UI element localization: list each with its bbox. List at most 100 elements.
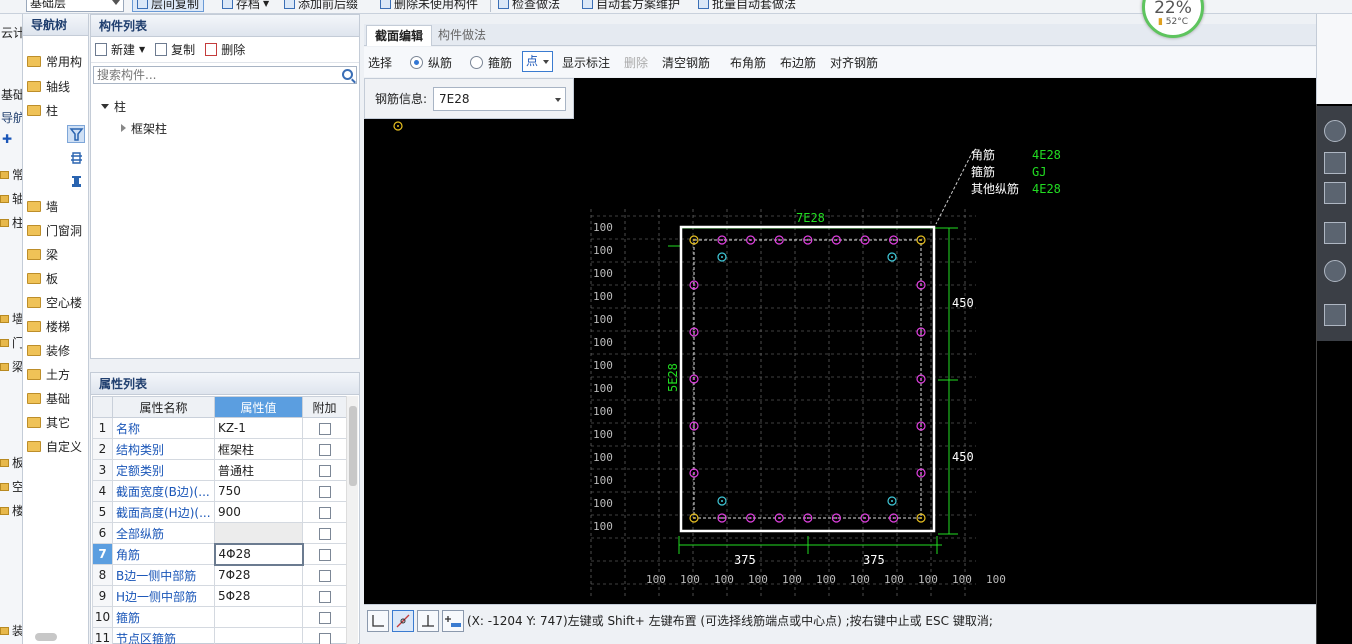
extra-checkbox[interactable] <box>318 527 331 540</box>
tab-section-edit[interactable]: 截面编辑 <box>366 25 433 46</box>
property-value[interactable] <box>214 522 303 544</box>
save-button[interactable]: 存档 ▼ <box>222 0 269 12</box>
view-box-icon[interactable] <box>1324 222 1346 244</box>
extra-checkbox[interactable] <box>318 464 331 477</box>
clear-rebar-button[interactable]: 清空钢筋 <box>662 47 710 77</box>
column-base-icon[interactable] <box>70 174 83 188</box>
tree-node-frame-column[interactable]: 框架柱 <box>121 119 167 137</box>
align-rebar-button[interactable]: 对齐钢筋 <box>830 47 878 77</box>
property-value-editor[interactable]: 4Φ28 <box>213 542 304 566</box>
show-mark-button[interactable]: 显示标注 <box>562 47 610 77</box>
far-left-item[interactable]: 板 <box>12 454 22 471</box>
add-prefix-button[interactable]: 添加前后缀 <box>284 0 358 12</box>
perpendicular-snap-button[interactable] <box>417 610 439 632</box>
nav-item-common[interactable]: 常用构 <box>27 52 82 70</box>
property-value[interactable]: 5Φ28 <box>214 585 303 607</box>
nav-item-opening[interactable]: 门窗洞 <box>27 221 82 239</box>
nav-item-earthwork[interactable]: 土方 <box>27 365 70 383</box>
ortho-snap-button[interactable] <box>367 610 389 632</box>
property-value[interactable]: 普通柱 <box>214 459 303 481</box>
collapse-arrow-icon[interactable] <box>121 124 126 132</box>
view-cube-icon[interactable] <box>1324 182 1346 204</box>
dimension-input-button[interactable] <box>442 610 464 632</box>
far-left-item[interactable]: 楼 <box>12 502 22 519</box>
nav-item-beam[interactable]: 梁 <box>27 245 58 263</box>
property-value[interactable] <box>214 606 303 628</box>
delete-component-button[interactable]: 删除 <box>205 41 245 58</box>
table-row[interactable]: 1 名称 KZ-1 <box>92 417 347 439</box>
extra-checkbox[interactable] <box>318 548 331 561</box>
nav-item-foundation[interactable]: 基础 <box>27 389 70 407</box>
delete-unused-button[interactable]: 删除未使用构件 <box>380 0 478 12</box>
table-row[interactable]: 9 H边一侧中部筋 5Φ28 <box>92 585 347 607</box>
extra-checkbox[interactable] <box>318 611 331 624</box>
extra-checkbox[interactable] <box>318 506 331 519</box>
far-left-item[interactable]: 常 <box>12 166 22 183</box>
extra-checkbox[interactable] <box>318 443 331 456</box>
far-left-item[interactable]: 梁 <box>12 358 22 375</box>
nav-item-decoration[interactable]: 装修 <box>27 341 70 359</box>
far-left-item[interactable]: 轴 <box>12 190 22 207</box>
far-left-add[interactable]: ✚ <box>2 132 22 146</box>
property-scrollbar[interactable] <box>346 396 358 644</box>
table-row[interactable]: 6 全部纵筋 <box>92 522 347 544</box>
nav-scroll-thumb[interactable] <box>35 633 57 641</box>
far-left-nav-tab[interactable]: 导航 <box>1 109 22 126</box>
table-header-name[interactable]: 属性名称 <box>112 396 215 418</box>
auto-scheme-button[interactable]: 自动套方案维护 <box>582 0 680 12</box>
scroll-thumb[interactable] <box>349 406 357 486</box>
table-header-value[interactable]: 属性值 <box>214 396 303 418</box>
orbit-icon[interactable] <box>1324 120 1346 142</box>
grid-view-icon[interactable] <box>1324 304 1346 326</box>
nav-item-slab[interactable]: 板 <box>27 269 58 287</box>
table-row[interactable]: 11 节点区箍筋 <box>92 627 347 644</box>
far-left-item[interactable]: 柱 <box>12 214 22 231</box>
floor-select[interactable]: 基础层 <box>26 0 124 12</box>
longitudinal-radio[interactable]: 纵筋 <box>410 47 452 77</box>
tree-node-column[interactable]: 柱 <box>101 97 126 115</box>
delete-rebar-button[interactable]: 删除 <box>624 47 648 77</box>
copy-component-button[interactable]: 复制 <box>155 41 195 58</box>
nav-item-wall[interactable]: 墙 <box>27 197 58 215</box>
nav-item-stair[interactable]: 楼梯 <box>27 317 70 335</box>
table-row[interactable]: 3 定额类别 普通柱 <box>92 459 347 481</box>
property-value[interactable]: 900 <box>214 501 303 523</box>
nav-item-hollow-slab[interactable]: 空心楼 <box>27 293 82 311</box>
table-row[interactable]: 4 截面宽度(B边)(... 750 <box>92 480 347 502</box>
section-canvas[interactable]: 钢筋信息: 7E28 100 100 100 100 100 100 100 100 100 10… <box>364 78 1316 604</box>
far-left-tab[interactable]: 基础 <box>1 86 22 103</box>
far-left-item[interactable]: 门 <box>12 334 22 351</box>
far-left-item[interactable]: 墙 <box>12 310 22 327</box>
check-method-button[interactable]: 检查做法 <box>498 0 560 12</box>
table-row[interactable]: 10 箍筋 <box>92 606 347 628</box>
column-cap-icon[interactable] <box>70 151 83 165</box>
floor-copy-button[interactable]: 层间复制 <box>132 0 205 12</box>
corner-rebar-button[interactable]: 布角筋 <box>730 47 766 77</box>
table-row[interactable]: 5 截面高度(H边)(... 900 <box>92 501 347 523</box>
edge-rebar-button[interactable]: 布边筋 <box>780 47 816 77</box>
search-input[interactable] <box>94 67 356 83</box>
table-row[interactable]: 8 B边一侧中部筋 7Φ28 <box>92 564 347 586</box>
extra-checkbox[interactable] <box>318 569 331 582</box>
nav-item-column[interactable]: 柱 <box>27 101 58 119</box>
new-component-button[interactable]: 新建 ▼ <box>95 41 145 58</box>
property-value[interactable]: KZ-1 <box>214 417 303 439</box>
property-value[interactable] <box>214 627 303 644</box>
property-value[interactable]: 750 <box>214 480 303 502</box>
batch-auto-button[interactable]: 批量自动套做法 <box>698 0 796 12</box>
far-left-item[interactable]: 空 <box>12 478 22 495</box>
table-header-extra[interactable]: 附加 <box>302 396 347 418</box>
expand-arrow-icon[interactable] <box>101 103 109 109</box>
tab-component-method[interactable]: 构件做法 <box>430 25 494 46</box>
select-tool[interactable]: 选择 <box>368 47 392 77</box>
search-icon[interactable] <box>342 69 353 80</box>
table-row[interactable]: 2 结构类别 框架柱 <box>92 438 347 460</box>
rotate-icon[interactable] <box>1324 260 1346 282</box>
nav-item-custom[interactable]: 自定义 <box>27 437 82 455</box>
nav-item-axis[interactable]: 轴线 <box>27 77 70 95</box>
property-value[interactable]: 框架柱 <box>214 438 303 460</box>
extra-checkbox[interactable] <box>318 422 331 435</box>
view-3d-icon[interactable] <box>1324 152 1346 174</box>
nav-item-other[interactable]: 其它 <box>27 413 70 431</box>
extra-checkbox[interactable] <box>318 590 331 603</box>
